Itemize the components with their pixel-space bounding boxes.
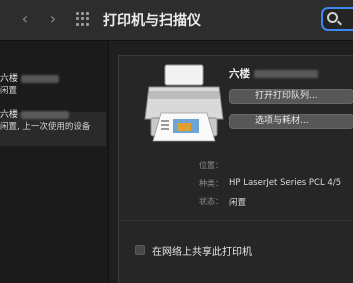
printer-item-name: 六楼 — [0, 74, 19, 84]
sidebar-divider — [108, 41, 109, 282]
location-label: 位置： — [199, 161, 223, 170]
search-field[interactable] — [321, 7, 353, 31]
forward-button[interactable]: › — [44, 9, 62, 29]
search-icon — [327, 12, 338, 23]
redacted-name — [253, 70, 318, 78]
grid-icon[interactable] — [76, 12, 90, 26]
printer-list-item[interactable]: 六楼 闲置 — [0, 73, 108, 97]
share-printer-label[interactable]: 在网络上共享此打印机 — [152, 243, 252, 258]
window-title: 打印机与扫描仪 — [103, 13, 201, 29]
toolbar: ‹ › 打印机与扫描仪 — [0, 0, 353, 41]
back-button[interactable]: ‹ — [16, 9, 34, 29]
printer-list: 六楼 闲置 六楼 闲置, 上一次使用的设备 — [0, 41, 108, 282]
kind-label: 种类： — [199, 179, 223, 188]
printer-icon — [144, 64, 224, 142]
status-label: 状态： — [199, 197, 223, 206]
section-divider — [118, 220, 353, 221]
printer-name: 六楼 — [229, 66, 318, 81]
options-and-supplies-button[interactable]: 选项与耗材... — [229, 114, 353, 129]
redacted-name — [20, 74, 59, 83]
open-print-queue-button[interactable]: 打开打印队列... — [229, 89, 353, 104]
printer-item-name: 六楼 — [0, 110, 19, 120]
printer-item-status: 闲置, 上一次使用的设备 — [0, 122, 91, 132]
printer-list-item[interactable]: 六楼 闲置, 上一次使用的设备 — [0, 109, 108, 133]
share-printer-checkbox[interactable] — [135, 245, 145, 255]
status-value: 闲置 — [229, 198, 247, 208]
kind-value: HP LaserJet Series PCL 4/5 — [229, 178, 342, 188]
redacted-name — [20, 110, 69, 119]
printer-item-status: 闲置 — [0, 86, 18, 96]
